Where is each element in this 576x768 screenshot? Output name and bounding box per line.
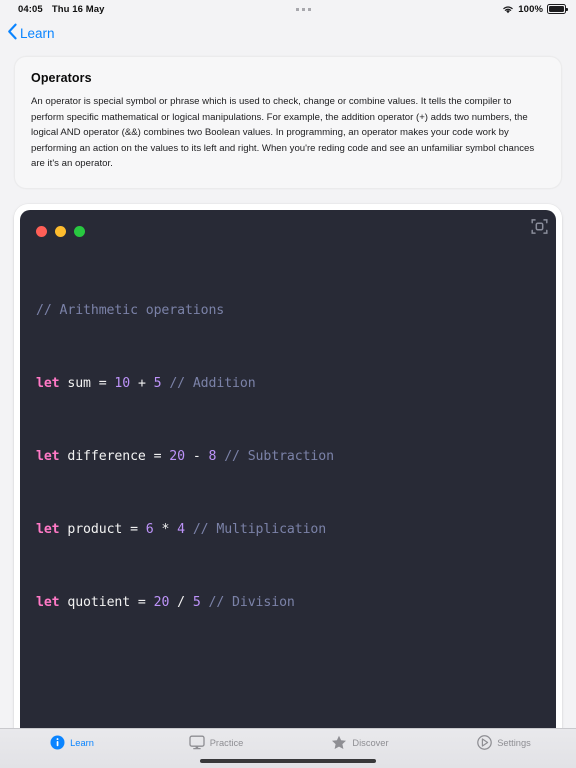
tab-practice[interactable]: Practice bbox=[144, 735, 288, 750]
code-line: let quotient = 20 / 5 // Division bbox=[36, 594, 295, 610]
lesson-info-card: Operators An operator is special symbol … bbox=[14, 56, 562, 189]
code-block[interactable]: // Arithmetic operations let sum = 10 + … bbox=[20, 251, 556, 728]
code-window: // Arithmetic operations let sum = 10 + … bbox=[20, 209, 556, 728]
tab-learn-label: Learn bbox=[70, 737, 94, 748]
navigation-bar: Learn bbox=[0, 18, 576, 48]
compass-gear-icon bbox=[477, 735, 493, 750]
back-button[interactable]: Learn bbox=[7, 23, 55, 43]
status-date: Thu 16 May bbox=[51, 3, 105, 15]
maximize-dot-icon[interactable] bbox=[74, 225, 85, 237]
battery-full-icon bbox=[547, 4, 568, 14]
window-traffic-lights bbox=[20, 224, 556, 237]
code-line: // Arithmetic operations bbox=[36, 303, 225, 319]
close-dot-icon[interactable] bbox=[36, 225, 47, 237]
tab-learn[interactable]: Learn bbox=[0, 735, 144, 750]
lesson-scroll-view[interactable]: Operators An operator is special symbol … bbox=[0, 48, 576, 728]
viewfinder-expand-icon[interactable] bbox=[531, 218, 548, 235]
page-title: Operators bbox=[31, 71, 92, 85]
tab-practice-label: Practice bbox=[209, 737, 244, 748]
status-bar: 04:05 Thu 16 May 100% bbox=[0, 0, 576, 18]
star-icon bbox=[331, 735, 347, 750]
status-bar-center bbox=[105, 7, 503, 11]
status-time: 04:05 bbox=[18, 3, 43, 15]
desktop-computer-icon bbox=[189, 735, 205, 750]
info-circle-icon bbox=[50, 735, 65, 750]
status-bar-right: 100% bbox=[502, 3, 568, 15]
status-bar-left: 04:05 Thu 16 May bbox=[18, 4, 105, 15]
code-line: let difference = 20 - 8 // Subtraction bbox=[36, 449, 334, 465]
tab-discover[interactable]: Discover bbox=[288, 735, 432, 750]
tab-discover-label: Discover bbox=[352, 737, 389, 748]
lesson-description: An operator is special symbol or phrase … bbox=[31, 96, 535, 170]
minimize-dot-icon[interactable] bbox=[55, 225, 66, 237]
app-screen: 04:05 Thu 16 May 100% Learn Operators An… bbox=[0, 0, 576, 768]
code-line: let sum = 10 + 5 // Addition bbox=[36, 376, 256, 392]
tab-settings[interactable]: Settings bbox=[432, 735, 576, 750]
code-line: let product = 6 * 4 // Multiplication bbox=[36, 521, 327, 537]
tab-bar: Learn Practice Discover Settings bbox=[0, 728, 576, 768]
three-dots-icon[interactable] bbox=[295, 7, 311, 11]
back-button-label: Learn bbox=[20, 25, 55, 41]
chevron-left-icon bbox=[7, 23, 18, 43]
code-card: // Arithmetic operations let sum = 10 + … bbox=[14, 203, 562, 728]
tab-settings-label: Settings bbox=[497, 737, 531, 748]
wifi-icon bbox=[502, 5, 514, 14]
home-indicator bbox=[200, 759, 376, 763]
battery-percent-label: 100% bbox=[518, 3, 543, 15]
